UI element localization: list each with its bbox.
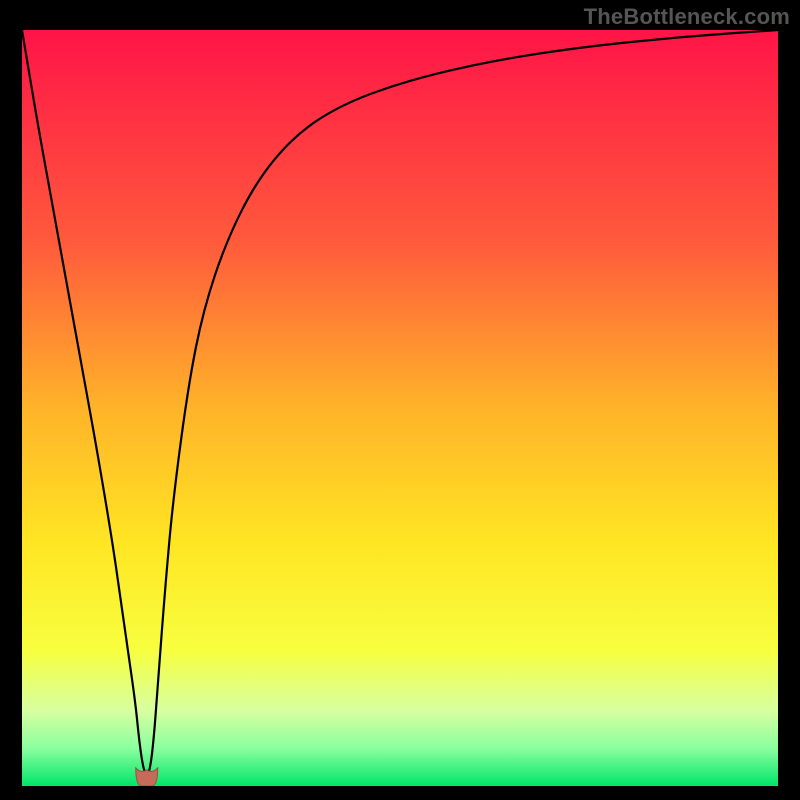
chart-svg bbox=[22, 30, 778, 786]
watermark-label: TheBottleneck.com bbox=[584, 4, 790, 30]
plot-area bbox=[22, 30, 778, 786]
minimum-marker bbox=[136, 768, 158, 786]
chart-container: TheBottleneck.com bbox=[0, 0, 800, 800]
gradient-background bbox=[22, 30, 778, 786]
